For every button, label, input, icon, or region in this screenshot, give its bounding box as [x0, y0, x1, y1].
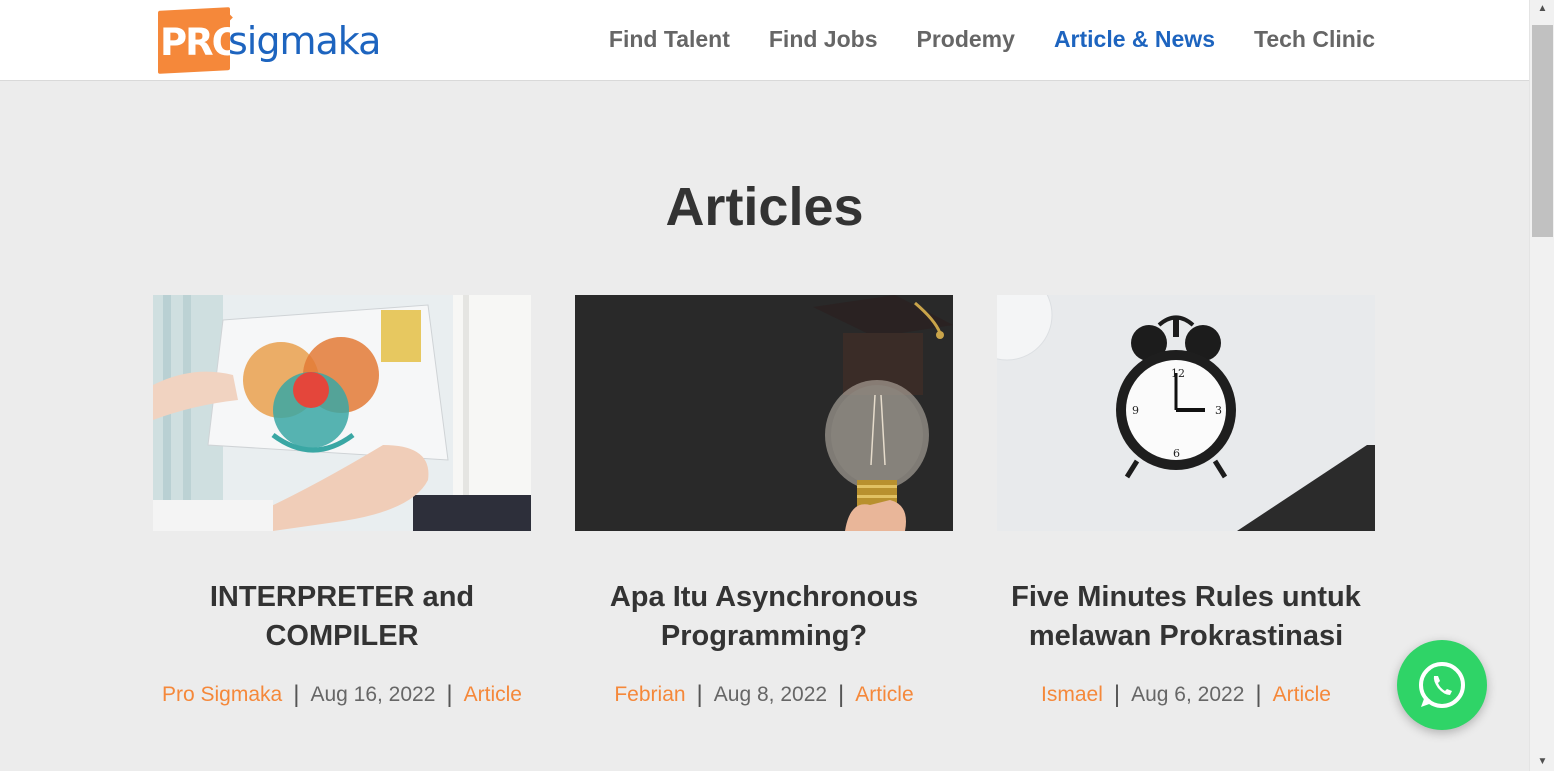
- article-title[interactable]: Five Minutes Rules untuk melawan Prokras…: [997, 578, 1375, 656]
- site-logo[interactable]: PRO sigmaka: [158, 7, 388, 74]
- scrollbar-thumb[interactable]: [1532, 25, 1553, 237]
- article-card[interactable]: 12 3 6 9 Five Minutes Rules untuk melawa…: [997, 295, 1375, 709]
- article-meta: Pro Sigmaka | Aug 16, 2022 | Article: [153, 681, 531, 709]
- article-title[interactable]: INTERPRETER and COMPILER: [153, 578, 531, 656]
- article-thumbnail[interactable]: [153, 295, 531, 531]
- svg-text:3: 3: [1215, 404, 1222, 417]
- article-date: Aug 16, 2022: [310, 683, 436, 706]
- whatsapp-icon: [1419, 662, 1465, 708]
- meta-separator: |: [1113, 681, 1121, 708]
- nav-find-talent[interactable]: Find Talent: [609, 26, 730, 53]
- article-category[interactable]: Article: [855, 683, 913, 707]
- article-title[interactable]: Apa Itu Asynchronous Programming?: [575, 578, 953, 656]
- whatsapp-chat-button[interactable]: [1397, 640, 1487, 730]
- article-thumbnail[interactable]: [575, 295, 953, 531]
- article-author[interactable]: Ismael: [1041, 683, 1103, 707]
- scroll-up-arrow-icon[interactable]: ▲: [1530, 0, 1554, 18]
- meta-separator: |: [696, 681, 703, 708]
- nav-prodemy[interactable]: Prodemy: [917, 26, 1015, 53]
- article-date: Aug 6, 2022: [1131, 683, 1245, 706]
- nav-find-jobs[interactable]: Find Jobs: [769, 26, 878, 53]
- article-meta: Ismael | Aug 6, 2022 | Article: [997, 681, 1375, 709]
- article-author[interactable]: Febrian: [614, 683, 685, 707]
- svg-text:12: 12: [1171, 367, 1185, 380]
- meta-separator: |: [838, 681, 845, 708]
- nav-article-news[interactable]: Article & News: [1054, 26, 1215, 53]
- meta-separator: |: [446, 681, 453, 708]
- scroll-down-arrow-icon[interactable]: ▼: [1530, 753, 1554, 771]
- meta-separator: |: [293, 681, 300, 708]
- page-scrollbar[interactable]: ▲ ▼: [1529, 0, 1554, 771]
- nav-tech-clinic[interactable]: Tech Clinic: [1254, 26, 1375, 53]
- main-nav: Find Talent Find Jobs Prodemy Article & …: [609, 26, 1375, 53]
- svg-text:6: 6: [1173, 447, 1180, 460]
- page-title: Articles: [665, 177, 864, 237]
- article-card[interactable]: Apa Itu Asynchronous Programming? Febria…: [575, 295, 953, 709]
- site-header: PRO sigmaka Find Talent Find Jobs Prodem…: [0, 0, 1529, 81]
- article-author[interactable]: Pro Sigmaka: [162, 683, 282, 707]
- article-meta: Febrian | Aug 8, 2022 | Article: [575, 681, 953, 709]
- article-category[interactable]: Article: [464, 683, 522, 707]
- article-thumbnail[interactable]: 12 3 6 9: [997, 295, 1375, 531]
- meta-separator: |: [1255, 681, 1262, 708]
- logo-wordmark: sigmaka: [228, 19, 381, 63]
- article-category[interactable]: Article: [1273, 683, 1331, 707]
- svg-text:9: 9: [1132, 404, 1139, 417]
- article-date: Aug 8, 2022: [713, 683, 828, 706]
- article-card[interactable]: INTERPRETER and COMPILER Pro Sigmaka | A…: [153, 295, 531, 709]
